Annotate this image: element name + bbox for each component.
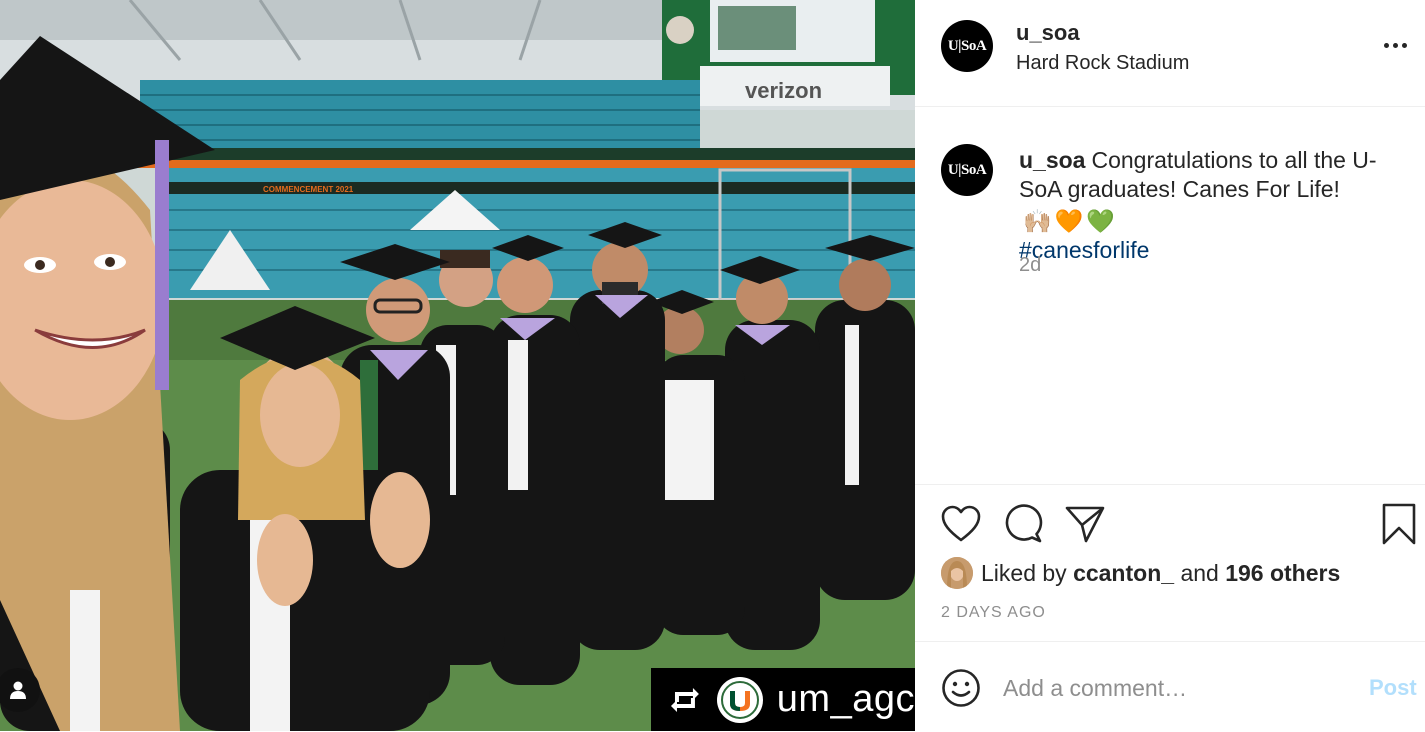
repost-avatar — [716, 676, 763, 723]
caption-age[interactable]: 2d — [1019, 254, 1041, 277]
post-header: U|SoA u_soa Hard Rock Stadium — [915, 0, 1425, 107]
repost-username: um_agc — [776, 678, 915, 720]
verizon-sign: verizon — [745, 78, 822, 103]
caption-avatar[interactable]: U|SoA — [941, 144, 993, 196]
smiley-icon[interactable] — [939, 666, 983, 710]
green-heart-emoji: 💚 — [1086, 208, 1115, 234]
header-location[interactable]: Hard Rock Stadium — [1016, 52, 1189, 75]
more-options-icon[interactable] — [1377, 30, 1413, 60]
likes-prefix: Liked by — [981, 559, 1067, 586]
post-timestamp[interactable]: 2 DAYS AGO — [941, 604, 1046, 622]
likes-joiner: and — [1180, 559, 1219, 586]
post-photo[interactable]: verizon COMMENCEMENT 2021 um_agc — [0, 0, 915, 731]
heart-icon[interactable] — [939, 502, 983, 546]
liker-avatar[interactable] — [941, 557, 973, 589]
bookmark-icon[interactable] — [1377, 502, 1421, 546]
liker-username[interactable]: ccanton_ — [1073, 560, 1174, 587]
post-comment-button[interactable]: Post — [1369, 675, 1417, 701]
graduation-photo: verizon COMMENCEMENT 2021 — [0, 0, 915, 731]
post-caption: u_soa Congratulations to all the U-SoA gr… — [1019, 146, 1409, 265]
likes-others[interactable]: 196 others — [1225, 560, 1340, 587]
likes-summary: Liked by ccanton_ and 196 others — [941, 557, 1340, 589]
caption-username[interactable]: u_soa — [1019, 147, 1085, 173]
header-username[interactable]: u_soa — [1016, 20, 1080, 46]
raised-hands-emoji: 🙌🏼 — [1023, 208, 1052, 234]
comment-input[interactable] — [1003, 668, 1343, 708]
orange-heart-emoji: 🧡 — [1054, 208, 1084, 234]
caption-emojis: 🙌🏼 🧡 💚 — [1023, 207, 1115, 236]
repost-icon — [670, 687, 699, 712]
repost-credit: um_agc — [651, 668, 915, 731]
share-icon[interactable] — [1063, 502, 1107, 546]
post-panel: U|SoA u_soa Hard Rock Stadium U|SoA u_so… — [915, 0, 1425, 731]
actions-divider — [915, 484, 1425, 485]
commencement-banner: COMMENCEMENT 2021 — [263, 185, 354, 194]
comment-icon[interactable] — [1001, 502, 1045, 546]
header-avatar[interactable]: U|SoA — [941, 20, 993, 72]
